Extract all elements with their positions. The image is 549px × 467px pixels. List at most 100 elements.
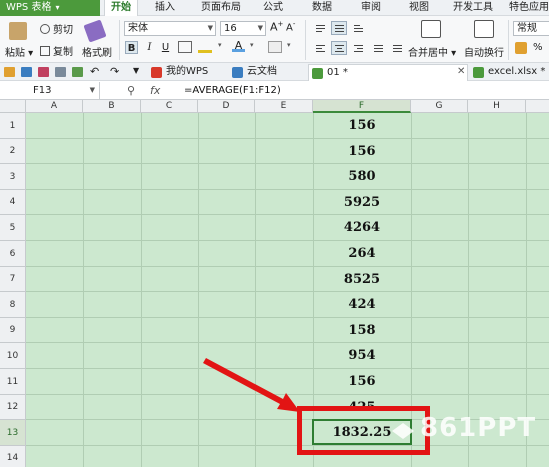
select-all-corner[interactable] <box>0 100 26 113</box>
cell-f11[interactable]: 156 <box>313 369 411 395</box>
tab-developer[interactable]: 开发工具 <box>449 0 497 16</box>
percent-icon[interactable]: % <box>533 42 543 53</box>
underline-button[interactable]: U <box>159 41 172 54</box>
tab-insert[interactable]: 插入 <box>150 0 180 16</box>
decrease-font-icon[interactable]: A- <box>286 20 295 33</box>
insert-function-icon[interactable]: fx <box>150 82 160 99</box>
wrap-text-button[interactable]: 自动换行 <box>464 44 504 59</box>
tab-view[interactable]: 视图 <box>404 0 434 16</box>
tab-special[interactable]: 特色应用 <box>505 0 549 16</box>
app-menu-button[interactable]: WPS 表格 ▾ <box>0 0 100 16</box>
font-color-icon[interactable]: A <box>232 39 245 52</box>
align-middle-icon[interactable] <box>331 21 347 35</box>
copy-button[interactable]: 复制 <box>40 43 73 58</box>
ribbon: 粘贴 ▾ 剪切 复制 格式刷 宋体 ▼ 16 ▼ A+ A- B I U ▾ A ▾… <box>0 16 549 63</box>
tab-review[interactable]: 审阅 <box>356 0 386 16</box>
cell-f1[interactable]: 156 <box>313 113 411 139</box>
row-header-11[interactable]: 11 <box>0 369 26 395</box>
grid-line <box>26 266 549 267</box>
cell-f4[interactable]: 5925 <box>313 190 411 215</box>
merge-center-button[interactable]: 合并居中 ▾ <box>408 44 456 59</box>
redo-icon[interactable]: ↷ <box>110 65 119 78</box>
chevron-down-icon[interactable]: ▼ <box>133 66 139 75</box>
cell-f10[interactable]: 954 <box>313 343 411 369</box>
row-header-1[interactable]: 1 <box>0 113 26 139</box>
align-top-icon[interactable] <box>312 21 328 35</box>
column-header-i[interactable] <box>526 100 549 113</box>
cut-button[interactable]: 剪切 <box>40 21 73 36</box>
save-icon[interactable] <box>21 67 32 77</box>
cell-f7[interactable]: 8525 <box>313 267 411 292</box>
print-preview-icon[interactable] <box>72 67 83 77</box>
cell-f5[interactable]: 4264 <box>313 215 411 241</box>
row-header-10[interactable]: 10 <box>0 343 26 369</box>
cell-f3[interactable]: 580 <box>313 164 411 190</box>
tab-data[interactable]: 数据 <box>307 0 337 16</box>
align-center-icon[interactable] <box>331 41 347 55</box>
tab-page-layout[interactable]: 页面布局 <box>194 0 248 16</box>
row-header-6[interactable]: 6 <box>0 241 26 267</box>
tab-my-wps[interactable]: 我的WPS <box>148 64 228 81</box>
row-header-14[interactable]: 14 <box>0 446 26 467</box>
open-icon[interactable] <box>4 67 15 77</box>
clear-format-icon[interactable] <box>268 41 282 53</box>
tab-doc-01[interactable]: 01 * <box>308 64 468 81</box>
chevron-down-icon[interactable]: ▾ <box>250 41 254 49</box>
italic-button[interactable]: I <box>143 41 156 54</box>
column-header-g[interactable]: G <box>411 100 468 113</box>
currency-icon[interactable] <box>515 42 527 54</box>
undo-icon[interactable]: ↶ <box>90 65 99 78</box>
column-header-c[interactable]: C <box>141 100 198 113</box>
name-box[interactable]: F13 ▼ <box>0 82 100 99</box>
export-pdf-icon[interactable] <box>38 67 49 77</box>
bold-button[interactable]: B <box>125 41 138 54</box>
chevron-down-icon[interactable]: ▾ <box>218 41 222 49</box>
print-icon[interactable] <box>55 67 66 77</box>
column-header-e[interactable]: E <box>255 100 313 113</box>
cell-f2[interactable]: 156 <box>313 139 411 164</box>
distribute-icon[interactable] <box>389 41 405 55</box>
cell-f8[interactable]: 424 <box>313 292 411 318</box>
font-name-value: 宋体 <box>128 23 148 34</box>
font-size-select[interactable]: 16 ▼ <box>220 21 266 36</box>
format-painter-button[interactable]: 格式刷 <box>82 44 112 59</box>
cell-f6[interactable]: 264 <box>313 241 411 267</box>
align-left-icon[interactable] <box>312 41 328 55</box>
column-header-a[interactable]: A <box>26 100 83 113</box>
column-header-b[interactable]: B <box>83 100 141 113</box>
formula-input[interactable]: =AVERAGE(F1:F12) <box>184 82 281 99</box>
align-right-icon[interactable] <box>350 41 366 55</box>
tab-home[interactable]: 开始 <box>104 0 138 16</box>
tab-formulas[interactable]: 公式 <box>258 0 288 16</box>
column-header-d[interactable]: D <box>198 100 255 113</box>
tab-excel-xlsx[interactable]: excel.xlsx * <box>470 64 549 81</box>
chevron-down-icon: ▾ <box>55 3 60 12</box>
row-header-9[interactable]: 9 <box>0 318 26 343</box>
close-icon[interactable]: ✕ <box>457 66 465 77</box>
row-header-3[interactable]: 3 <box>0 164 26 190</box>
justify-icon[interactable] <box>370 41 386 55</box>
row-header-13[interactable]: 13 <box>0 420 26 446</box>
row-header-8[interactable]: 8 <box>0 292 26 318</box>
copy-label: 复制 <box>53 47 73 58</box>
chevron-down-icon[interactable]: ▾ <box>287 41 291 49</box>
number-format-select[interactable]: 常规 <box>513 21 549 36</box>
border-icon[interactable] <box>178 41 192 53</box>
tab-cloud-docs[interactable]: 云文档 <box>229 64 309 81</box>
column-header-f[interactable]: F <box>313 100 411 113</box>
row-header-12[interactable]: 12 <box>0 395 26 420</box>
align-bottom-icon[interactable] <box>350 21 366 35</box>
row-header-7[interactable]: 7 <box>0 267 26 292</box>
column-header-h[interactable]: H <box>468 100 526 113</box>
increase-font-icon[interactable]: A+ <box>270 20 283 34</box>
font-name-select[interactable]: 宋体 ▼ <box>124 21 216 36</box>
zoom-search-icon[interactable]: ⚲ <box>127 82 135 99</box>
row-header-2[interactable]: 2 <box>0 139 26 164</box>
grid-line <box>26 138 549 139</box>
row-header-4[interactable]: 4 <box>0 190 26 215</box>
fill-color-icon[interactable] <box>198 41 212 53</box>
cell-f9[interactable]: 158 <box>313 318 411 343</box>
row-header-5[interactable]: 5 <box>0 215 26 241</box>
quick-access-bar: ↶ ↷ ▼ 我的WPS 云文档 01 * ✕ excel.xlsx * <box>0 63 549 81</box>
paste-button[interactable]: 粘贴 ▾ <box>5 44 33 59</box>
